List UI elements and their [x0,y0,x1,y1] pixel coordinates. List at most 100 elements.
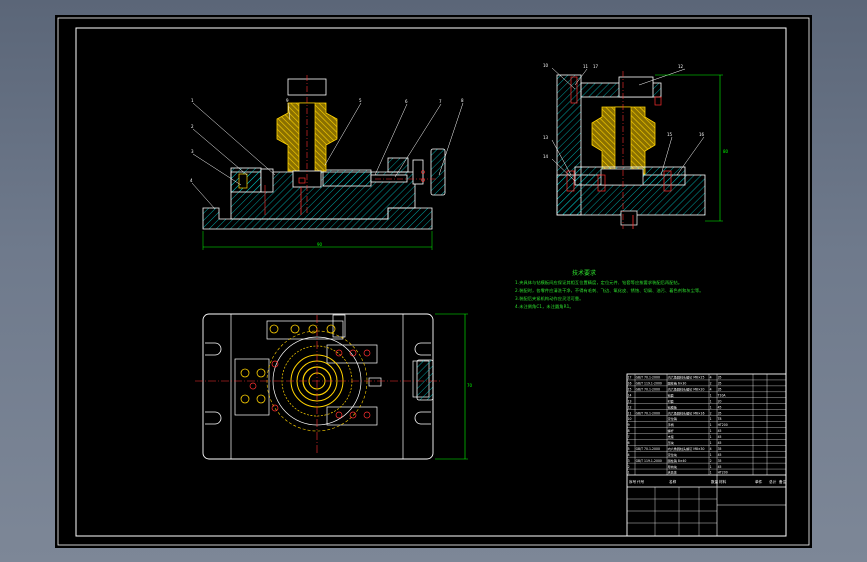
title-block-cell: 9 [628,423,630,427]
title-block-cell: 螺杆 [668,428,674,433]
title-block-cell: 13 [628,399,632,403]
title-block-cell: 1 [710,429,712,433]
svg-text:90: 90 [317,242,323,247]
title-block-cell: 导向块 [668,464,677,469]
side-balloon-label: 11 [583,64,589,69]
title-block-header: 序号 代号 名称 数量 材料 单件 总计 备注 [629,479,787,484]
title-block-cell: 2 [710,459,712,463]
tech-note-2: 2.装配时，各零件应清洗干净，不得有毛刺、飞边、氧化皮、锈蚀、切屑、油污、着色剂… [515,288,704,293]
title-block-cell: 2 [710,382,712,386]
front-balloon-label: 3 [191,149,194,154]
title-block-cell: 4 [710,376,712,380]
title-block-cell: 11 [628,411,632,415]
title-block-cell: 45 [718,465,722,469]
tech-note-3: 3.装配后夹紧机构动作应灵活可靠。 [515,296,584,301]
title-block-cell: 4 [710,388,712,392]
title-block-cell: 压块 [668,440,674,445]
title-block-cell: 35 [718,388,722,392]
title-block-header-cell: 名称 [669,479,677,484]
title-block-cell: 10 [628,417,632,421]
side-balloon-label: 13 [543,135,549,140]
title-block-header-cell: 材料 [719,479,727,484]
title-block-cell: 1 [710,423,712,427]
cad-drawing: 90 80 70 17 GB/T 70.1-2000 内六角圆柱头螺钉 M6×2… [57,17,810,546]
title-block-cell: 45 [718,405,722,409]
title-block-grid [626,373,787,537]
title-block-header-cell: 代号 [637,479,645,484]
title-block-cell: 4 [628,453,630,457]
title-block-cell: 1 [710,417,712,421]
title-block-cell: 35 [718,411,722,415]
front-balloon-label: 2 [191,124,194,129]
title-block-cell: T8 [717,417,722,421]
side-balloon-label: 14 [543,154,549,159]
title-block-cell: 45 [718,429,722,433]
title-block-cell: 20 [718,399,722,403]
front-balloon-label: 8 [461,98,464,103]
title-block-cell: 1 [710,399,712,403]
side-section-view: 80 [551,67,729,229]
title-block-cell: 支座 [668,434,674,439]
front-balloon-label: 9 [286,98,289,103]
title-block-cell: 5 [628,447,630,451]
title-block-cell: 1 [710,441,712,445]
title-block-cell: 4 [710,447,712,451]
outer-border [57,17,810,546]
title-block-header-cell: 总计 [769,479,777,484]
title-block-cell: HT200 [718,423,728,427]
title-block-cell: GB/T 119.1-2000 [636,459,662,463]
title-block-cell: 1 [710,405,712,409]
title-block-cell: 35 [718,382,722,386]
front-balloon-label: 1 [191,98,194,103]
title-block-cell: GB/T 70.1-2000 [636,376,660,380]
svg-text:80: 80 [723,149,729,154]
title-block-cell: 35 [718,459,722,463]
title-block-cell: 1 [710,435,712,439]
title-block-cell: 14 [628,393,632,397]
title-block-cell: T10A [717,393,727,397]
title-block-cell: 圆柱销 8×40 [668,458,687,463]
title-block-cell: 手柄 [668,422,674,427]
front-balloon-label: 6 [405,99,408,104]
title-block-cell: 内六角圆柱头螺钉 M6×16 [668,410,705,415]
title-block-cell: 35 [718,447,722,451]
title-block-cell: 衬套 [668,398,674,403]
title-block-cell: 8 [628,429,630,433]
title-block-cell: 1 [710,393,712,397]
tech-note-1: 1.夹具体与钻模板间应保证其相互位置精度，定位元件、钻套等应按要求装配后再配钻。 [515,280,683,285]
title-block-cell: 圆柱销 6×30 [668,381,687,386]
title-block-cell: 1 [710,465,712,469]
title-block-header-cell: 序号 [629,479,637,484]
title-block-cell: GB/T 70.1-2000 [636,447,660,451]
title-block-cell: 内六角圆柱头螺钉 M8×30 [668,446,705,451]
title-block-cell: GB/T 70.1-2000 [636,388,660,392]
side-balloon-label: 12 [678,64,684,69]
front-section-view: 90 [191,75,464,250]
side-balloon-label: 15 [667,132,673,137]
title-block-header-cell: 数量 [711,479,719,484]
title-block-cell: 3 [628,459,630,463]
title-block-cell: 45 [718,435,722,439]
tech-note-4: 4.未注倒角C1，未注圆角R1。 [515,304,574,309]
svg-text:70: 70 [467,383,473,388]
title-block-cell: GB/T 70.1-2000 [636,411,660,415]
side-balloon-label: 17 [593,64,599,69]
title-block-cell: 内六角圆柱头螺钉 M6×25 [668,375,705,380]
title-block-cell: 12 [628,405,632,409]
handwheel [430,148,446,196]
title-block-cell: 钻模板 [668,404,677,409]
title-block-cell: 夹具体 [668,470,677,475]
title-block-cell: 1 [710,471,712,475]
title-block-cell: 7 [628,435,630,439]
title-block-cell: 钻套 [668,392,674,397]
title-block-cell: 1 [710,453,712,457]
title-block-cell: 15 [628,388,632,392]
title-block-cell: 内六角圆柱头螺钉 M8×20 [668,387,705,392]
title-block-cell: 45 [718,453,722,457]
title-block-cell: 2 [628,465,630,469]
side-balloon-label: 10 [543,63,549,68]
front-balloon-label: 4 [190,178,193,183]
top-plan-view: 70 [195,313,473,460]
tech-notes-title: 技术要求 [572,270,597,277]
title-block-rows: 17 GB/T 70.1-2000 内六角圆柱头螺钉 M6×25 4 3516 GB/T … [626,374,787,476]
